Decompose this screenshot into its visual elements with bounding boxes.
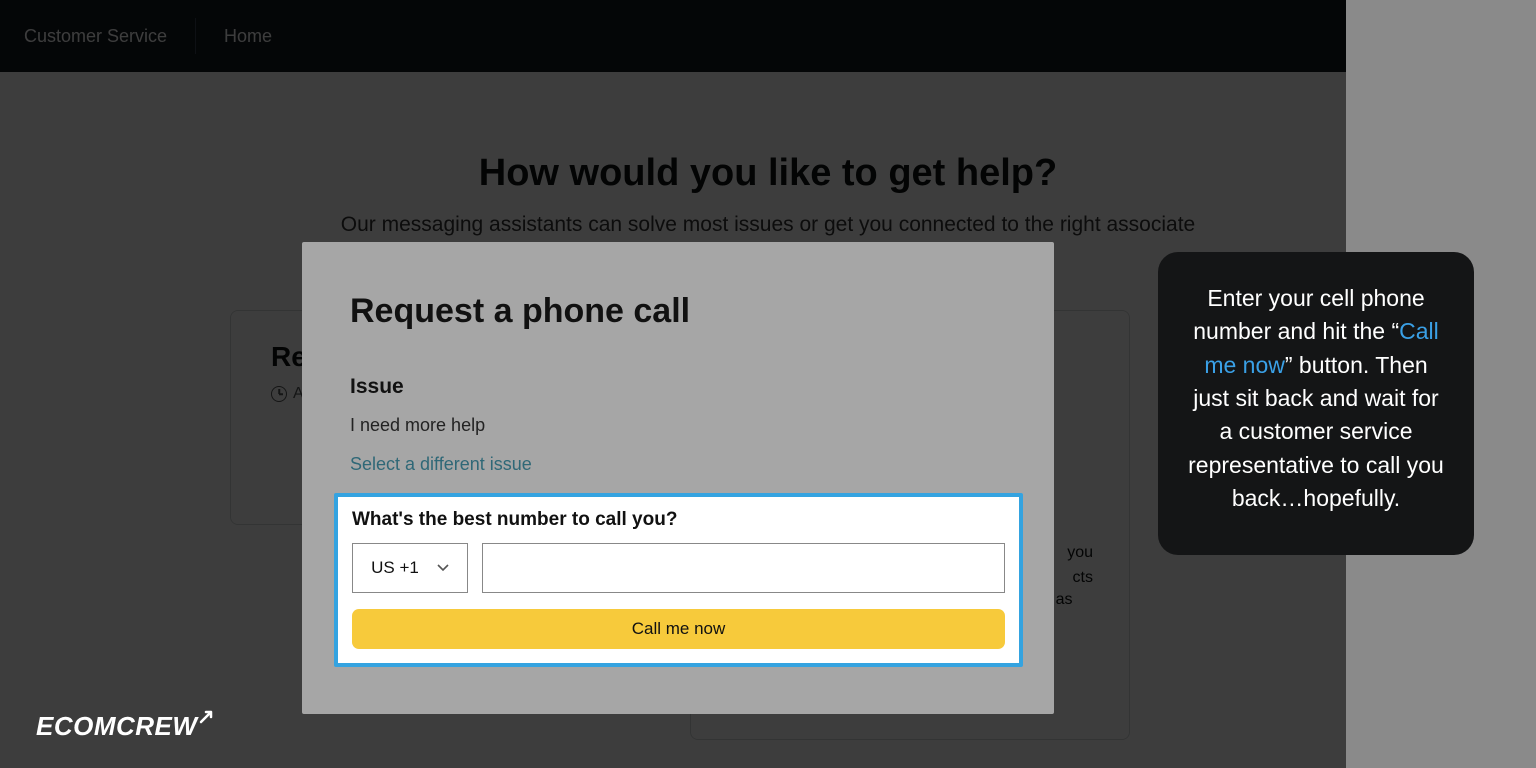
issue-label: Issue <box>350 375 1006 399</box>
modal-title: Request a phone call <box>350 292 1006 331</box>
phone-question: What's the best number to call you? <box>352 509 1005 531</box>
country-code-select[interactable]: US +1 <box>352 543 468 593</box>
country-code-value: US +1 <box>371 558 419 578</box>
logo-text: ECOMCREW <box>36 711 197 742</box>
call-me-now-button[interactable]: Call me now <box>352 609 1005 649</box>
issue-text: I need more help <box>350 415 1006 436</box>
arrow-up-icon <box>199 707 219 725</box>
phone-row: US +1 <box>352 543 1005 593</box>
ecomcrew-logo: ECOMCREW <box>36 711 219 742</box>
instruction-callout: Enter your cell phone number and hit the… <box>1158 252 1474 555</box>
phone-number-input[interactable] <box>482 543 1005 593</box>
select-different-issue-link[interactable]: Select a different issue <box>350 454 532 475</box>
phone-entry-highlight: What's the best number to call you? US +… <box>334 493 1023 667</box>
callout-pre: Enter your cell phone number and hit the… <box>1193 285 1424 344</box>
chevron-down-icon <box>437 564 449 572</box>
